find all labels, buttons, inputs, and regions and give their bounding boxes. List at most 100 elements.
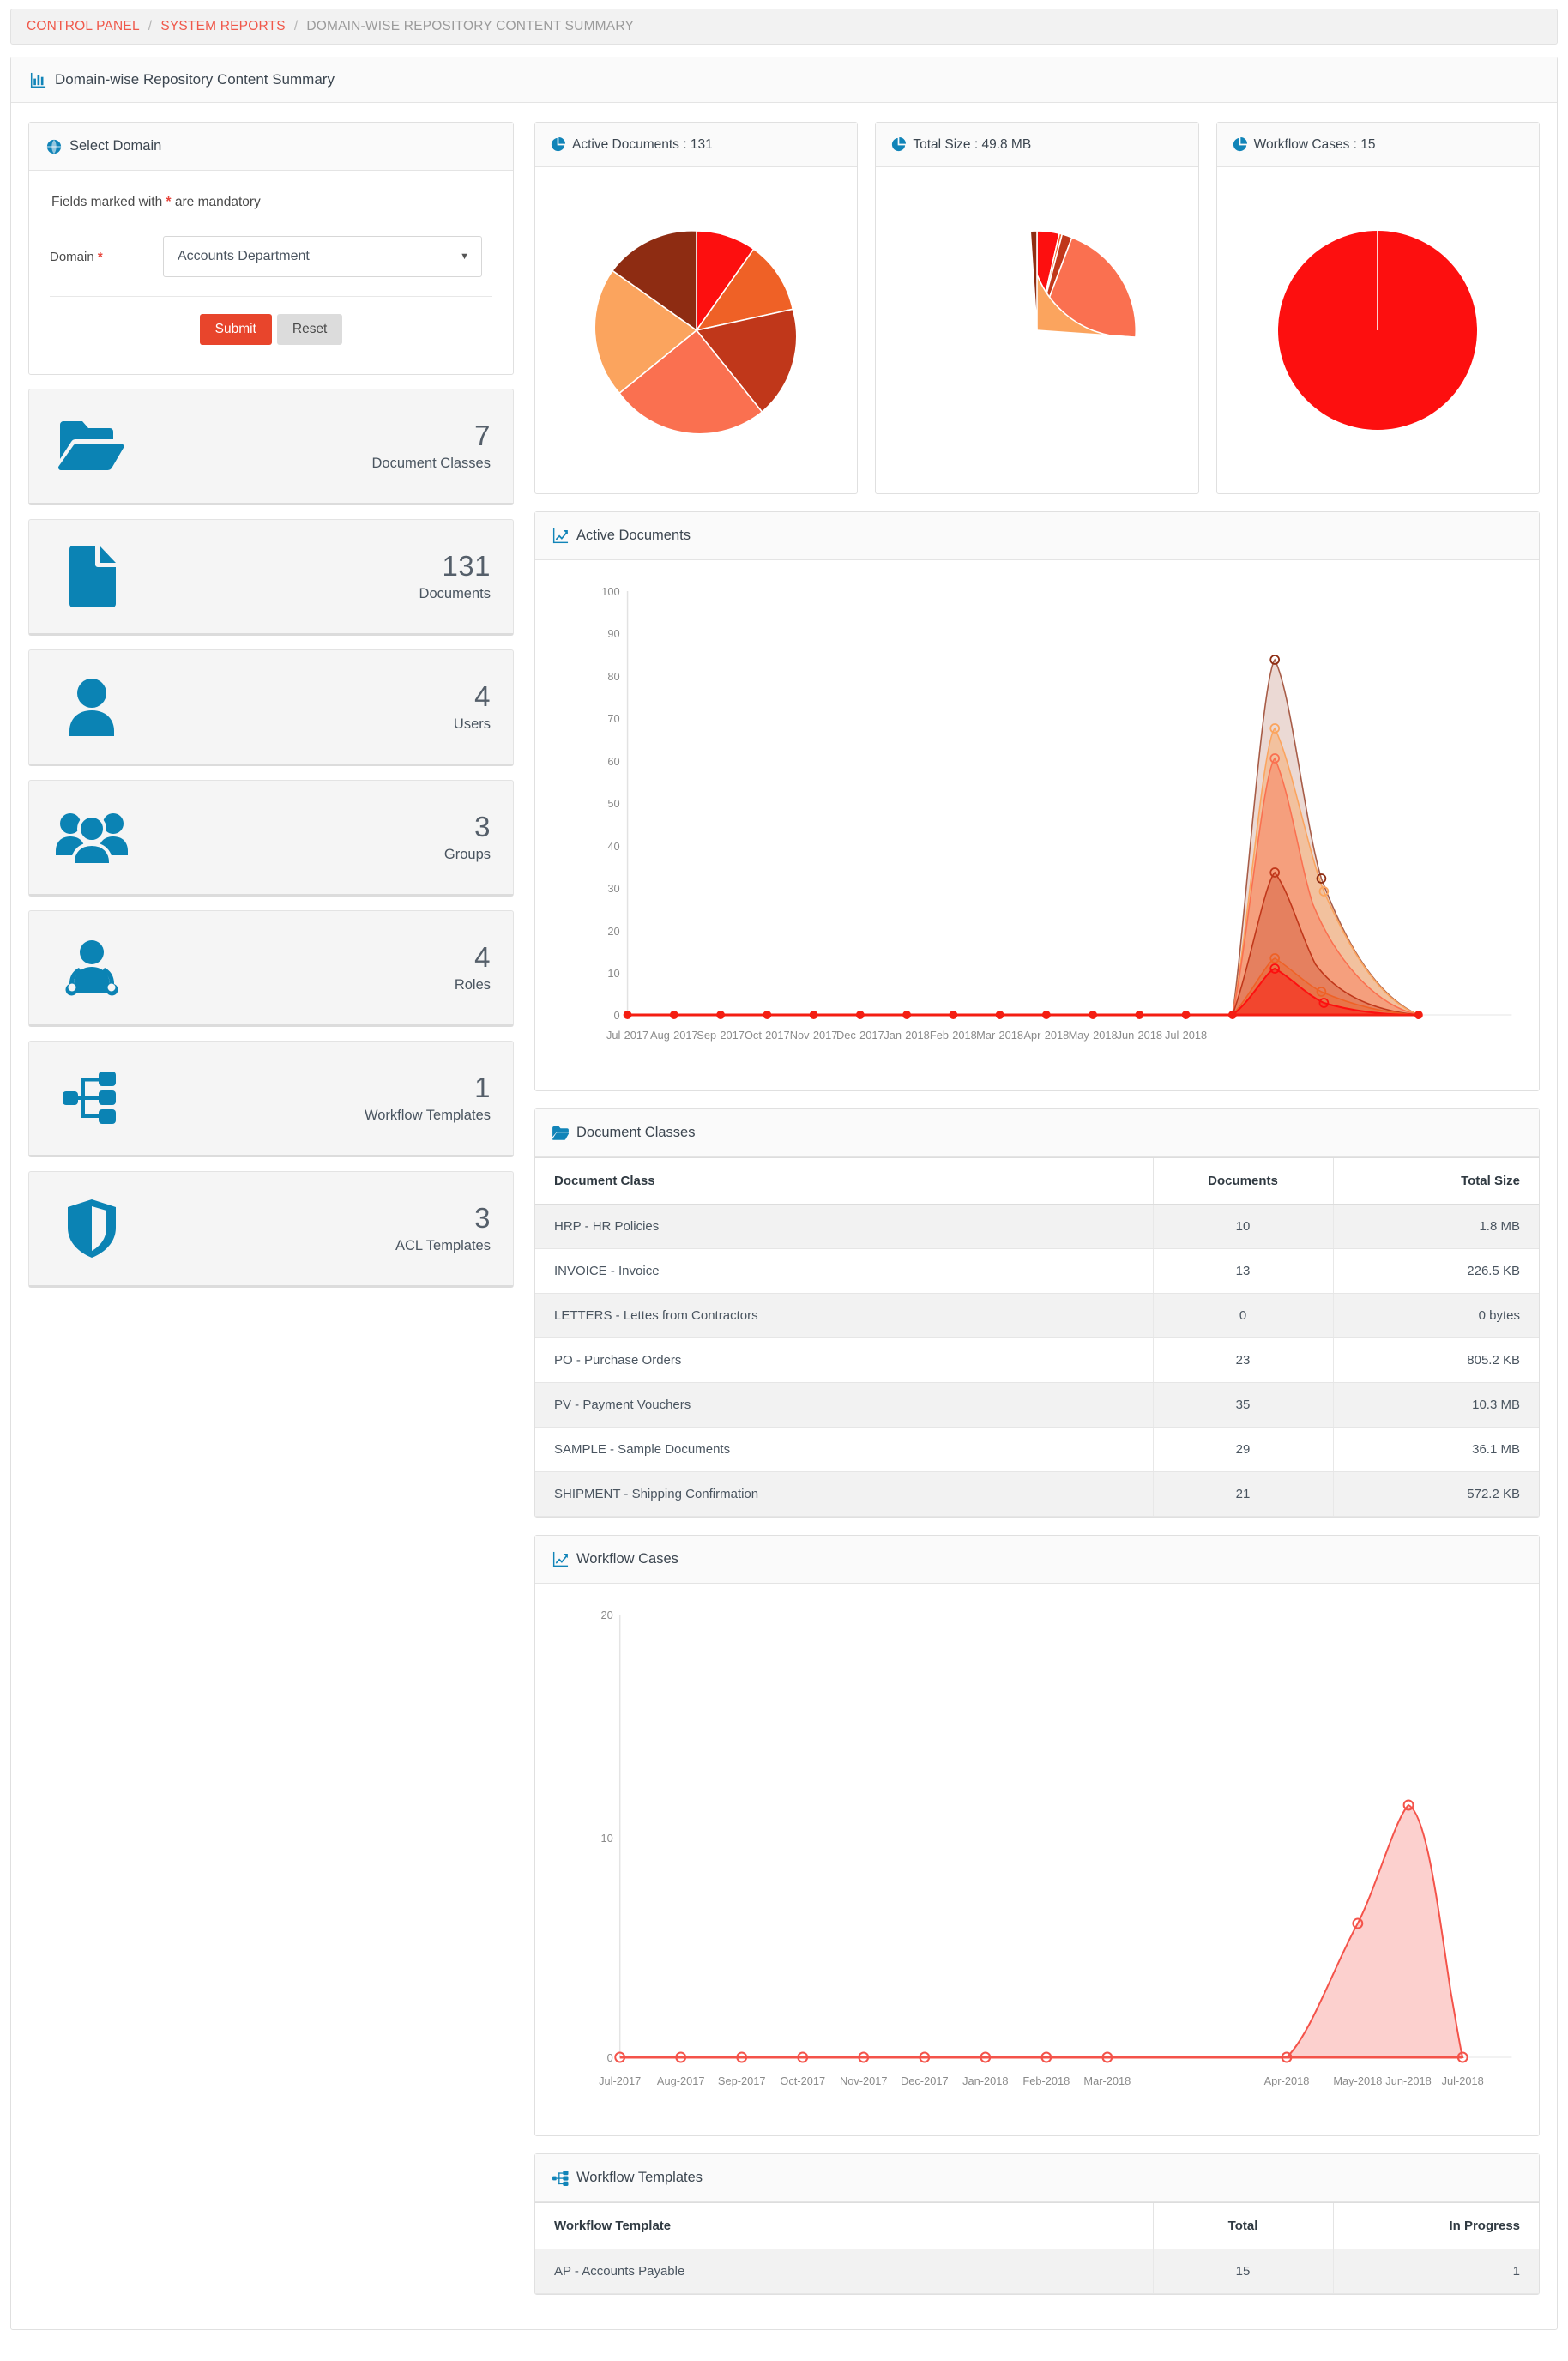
form-buttons: Submit Reset xyxy=(50,314,492,352)
table-row[interactable]: LETTERS - Lettes from Contractors 0 0 byte… xyxy=(535,1293,1539,1338)
workflow-templates-body: AP - Accounts Payable 15 1 xyxy=(535,2249,1539,2294)
pie-card-total-size: Total Size : 49.8 MB xyxy=(875,122,1199,494)
svg-text:0: 0 xyxy=(614,1009,620,1022)
domain-select[interactable]: Accounts Department ▼ xyxy=(163,236,482,277)
cell-size: 36.1 MB xyxy=(1332,1427,1539,1472)
document-classes-title: Document Classes xyxy=(576,1125,696,1140)
breadcrumb-item-current: DOMAIN-WISE REPOSITORY CONTENT SUMMARY xyxy=(306,19,634,33)
reset-button[interactable]: Reset xyxy=(276,314,343,345)
col-workflow-template: Workflow Template xyxy=(535,2202,1153,2249)
svg-text:May-2018: May-2018 xyxy=(1333,2074,1382,2087)
shield-icon xyxy=(45,1199,139,1258)
stat-card-workflow-templates[interactable]: 1 Workflow Templates xyxy=(28,1041,514,1157)
col-documents: Documents xyxy=(1152,1157,1333,1205)
stat-card-users[interactable]: 4 Users xyxy=(28,649,514,766)
table-row[interactable]: PV - Payment Vouchers 35 10.3 MB xyxy=(535,1382,1539,1428)
svg-text:Jul-2018: Jul-2018 xyxy=(1165,1029,1207,1042)
submit-button[interactable]: Submit xyxy=(199,314,272,345)
stat-card-documents[interactable]: 131 Documents xyxy=(28,519,514,636)
cell-documents: 29 xyxy=(1152,1427,1333,1472)
domain-select-value: Accounts Department xyxy=(178,249,310,263)
pie-card-header: Total Size : 49.8 MB xyxy=(876,123,1198,167)
svg-text:Feb-2018: Feb-2018 xyxy=(1022,2074,1070,2087)
cell-documents: 10 xyxy=(1152,1204,1333,1249)
svg-text:Aug-2017: Aug-2017 xyxy=(650,1029,698,1042)
cell-size: 805.2 KB xyxy=(1332,1337,1539,1383)
content-area: Select Domain Fields marked with * are m… xyxy=(11,103,1557,2316)
stat-value: 1 xyxy=(474,1071,491,1103)
stat-value: 131 xyxy=(442,549,491,582)
table-row[interactable]: SHIPMENT - Shipping Confirmation 21 572.2 … xyxy=(535,1471,1539,1517)
svg-text:Dec-2017: Dec-2017 xyxy=(836,1029,884,1042)
svg-text:Jun-2018: Jun-2018 xyxy=(1385,2074,1431,2087)
domain-label: Domain * xyxy=(50,250,153,264)
svg-text:90: 90 xyxy=(607,627,619,640)
stat-label: ACL Templates xyxy=(395,1238,491,1254)
stat-card-document-classes[interactable]: 7 Document Classes xyxy=(28,389,514,505)
breadcrumb-item-system-reports[interactable]: SYSTEM REPORTS xyxy=(160,19,286,34)
svg-text:50: 50 xyxy=(607,797,619,810)
stat-text: 1 Workflow Templates xyxy=(139,1071,491,1124)
svg-text:Oct-2017: Oct-2017 xyxy=(745,1029,790,1042)
svg-text:Jan-2018: Jan-2018 xyxy=(884,1029,929,1042)
svg-text:Sep-2017: Sep-2017 xyxy=(718,2074,766,2087)
workflow-templates-table: Workflow Template Total In Progress AP -… xyxy=(535,2202,1539,2294)
stat-text: 3 Groups xyxy=(139,812,491,863)
document-classes-header: Document Classes xyxy=(535,1109,1539,1157)
svg-text:Mar-2018: Mar-2018 xyxy=(976,1029,1023,1042)
svg-text:Sep-2017: Sep-2017 xyxy=(697,1029,745,1042)
cell-documents: 23 xyxy=(1152,1337,1333,1383)
cell-size: 0 bytes xyxy=(1332,1293,1539,1338)
table-row[interactable]: HRP - HR Policies 10 1.8 MB xyxy=(535,1204,1539,1249)
workflow-cases-chart-header: Workflow Cases xyxy=(535,1536,1539,1584)
stat-label: Documents xyxy=(419,586,491,602)
page-root: CONTROL PANEL / SYSTEM REPORTS / DOMAIN-… xyxy=(0,0,1568,2361)
breadcrumb-item-control-panel[interactable]: CONTROL PANEL xyxy=(27,19,140,34)
stat-label: Groups xyxy=(443,847,491,863)
main-card-header: Domain-wise Repository Content Summary xyxy=(11,57,1557,103)
cell-size: 1.8 MB xyxy=(1332,1204,1539,1249)
document-classes-table: Document Class Documents Total Size HRP … xyxy=(535,1157,1539,1517)
pie-chart-icon xyxy=(891,137,907,152)
stat-label: Document Classes xyxy=(371,456,491,472)
svg-text:Apr-2018: Apr-2018 xyxy=(1264,2074,1310,2087)
svg-text:Apr-2018: Apr-2018 xyxy=(1023,1029,1069,1042)
col-total-size: Total Size xyxy=(1332,1157,1539,1205)
pie-card-header: Active Documents : 131 xyxy=(535,123,858,167)
role-icon xyxy=(45,939,139,996)
active-documents-chart-title: Active Documents xyxy=(576,528,691,543)
cell-size: 226.5 KB xyxy=(1332,1248,1539,1294)
cell-documents: 35 xyxy=(1152,1382,1333,1428)
stat-card-acl-templates[interactable]: 3 ACL Templates xyxy=(28,1171,514,1288)
pie-chart-workflow-cases xyxy=(1217,167,1539,493)
stat-value: 4 xyxy=(474,679,491,712)
svg-text:Dec-2017: Dec-2017 xyxy=(901,2074,949,2087)
workflow-templates-title: Workflow Templates xyxy=(576,2170,703,2185)
svg-text:0: 0 xyxy=(607,2051,613,2064)
svg-text:Aug-2017: Aug-2017 xyxy=(657,2074,705,2087)
table-row[interactable]: SAMPLE - Sample Documents 29 36.1 MB xyxy=(535,1427,1539,1472)
table-row[interactable]: AP - Accounts Payable 15 1 xyxy=(535,2249,1539,2294)
active-documents-chart-card: Active Documents 100 90 80 70 60 50 40 3… xyxy=(534,511,1540,1091)
select-domain-title: Select Domain xyxy=(69,138,162,154)
workflow-icon xyxy=(552,2170,569,2186)
table-row[interactable]: PO - Purchase Orders 23 805.2 KB xyxy=(535,1337,1539,1383)
col-document-class: Document Class xyxy=(535,1157,1153,1205)
stat-card-groups[interactable]: 3 Groups xyxy=(28,780,514,897)
pie-title: Total Size : 49.8 MB xyxy=(913,136,1032,152)
bar-chart-icon xyxy=(30,72,46,88)
cell-documents: 21 xyxy=(1152,1471,1333,1517)
workflow-cases-chart-title: Workflow Cases xyxy=(576,1551,678,1567)
svg-text:Oct-2017: Oct-2017 xyxy=(780,2074,825,2087)
svg-text:80: 80 xyxy=(607,670,619,683)
svg-text:Jul-2017: Jul-2017 xyxy=(599,2074,641,2087)
cell-class: PV - Payment Vouchers xyxy=(535,1382,1153,1428)
domain-field-row: Domain * Accounts Department ▼ xyxy=(50,236,492,277)
active-documents-chart-body: 100 90 80 70 60 50 40 30 20 10 0 Jul-201… xyxy=(535,560,1539,1090)
stat-card-roles[interactable]: 4 Roles xyxy=(28,910,514,1027)
stat-text: 7 Document Classes xyxy=(139,420,491,472)
svg-text:Jun-2018: Jun-2018 xyxy=(1117,1029,1162,1042)
workflow-cases-chart-body: 20 10 0 Jul-2017 Aug-2017 Sep-2017 Oct-2… xyxy=(535,1584,1539,2135)
pie-chart-icon xyxy=(1233,137,1247,152)
table-row[interactable]: INVOICE - Invoice 13 226.5 KB xyxy=(535,1248,1539,1294)
